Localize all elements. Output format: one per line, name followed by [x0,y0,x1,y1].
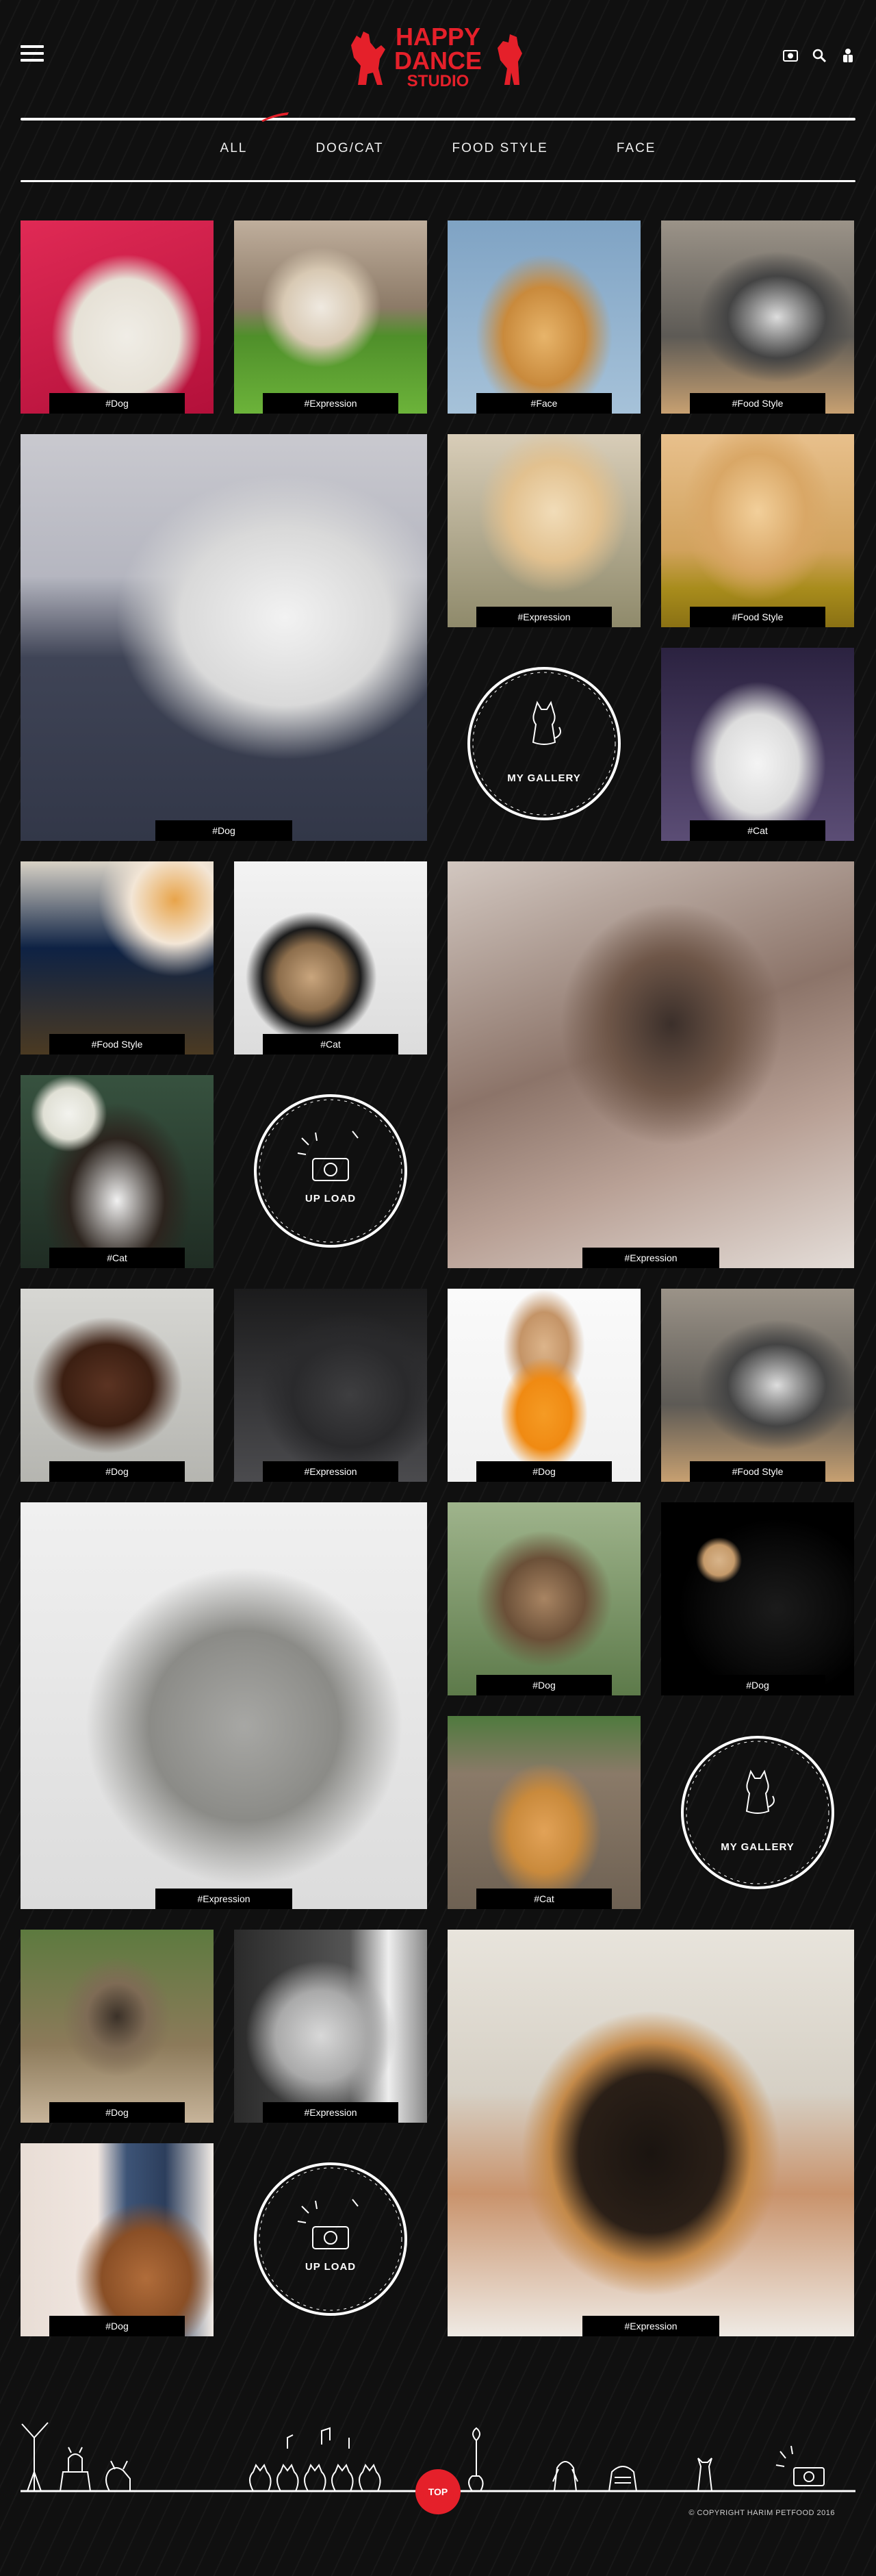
photo-tag: #Cat [476,1889,612,1909]
camera-sketch-icon [297,2199,359,2249]
upload-label: UP LOAD [305,1193,357,1204]
cat-icon [532,700,561,745]
photo-tile-black-dog-treat[interactable]: #Dog [661,1502,854,1695]
cat-icon [745,1769,775,1814]
photo-tile-dog-jeans[interactable]: #Dog [21,2143,214,2336]
photo-tile-golden-retriever[interactable]: #Face [448,220,641,414]
photo-tile-cocker-spaniel-hoodie[interactable]: #Dog [448,1289,641,1482]
photo-tile-tabby-cat-profile[interactable]: #Expression [21,1502,427,1909]
photo-tile-calico-flower[interactable]: #Cat [21,1075,214,1268]
photo-tile-orange-cat-path[interactable]: #Cat [448,1716,641,1909]
photo-tag: #Dog [155,820,292,841]
photo-tag: #Expression [582,1248,719,1268]
photo-tag: #Expression [476,607,612,627]
logo-text-3: STUDIO [407,72,469,90]
photo-tag: #Food Style [690,607,825,627]
logo[interactable]: HAPPY DANCE STUDIO [346,18,530,93]
photo-tile-puppies-food[interactable]: #Food Style [661,434,854,627]
nav-accent-mark [261,112,289,122]
photo-tile-grey-dog-lying[interactable]: #Expression [234,1289,427,1482]
photo-tag: #Cat [49,1248,185,1268]
photo-tile-white-cat[interactable]: #Cat [661,648,854,841]
photo-tile-paw-jar[interactable]: #Food Style [21,861,214,1055]
photo-tile-puppy-bone[interactable]: #Expression [448,434,641,627]
camera-sketch-icon [297,1131,359,1181]
logo-text-2: DANCE [394,47,482,75]
hamburger-icon [21,45,44,48]
photo-tag: #Dog [49,2316,185,2336]
photo-tile-husky-2[interactable]: #Food Style [661,1289,854,1482]
menu-button[interactable] [21,45,44,63]
tab-all[interactable]: ALL [214,137,255,160]
scroll-top-button[interactable]: TOP [415,2469,461,2514]
tab-face[interactable]: FACE [610,137,663,160]
photo-tag: #Dog [49,2102,185,2123]
photo-tag: #Dog [476,1675,612,1695]
photo-tag: #Dog [49,1461,185,1482]
photo-tag: #Expression [263,1461,398,1482]
photo-tag: #Expression [582,2316,719,2336]
photo-tile-bw-dog-violin[interactable]: #Expression [234,1930,427,2123]
photo-tag: #Dog [49,393,185,414]
gallery-label: MY GALLERY [721,1841,795,1853]
photo-tile-husky[interactable]: #Food Style [661,220,854,414]
photo-tile-pug-scarf[interactable]: #Dog [21,1930,214,2123]
user-icon[interactable] [840,48,855,63]
search-icon[interactable] [812,48,827,63]
photo-tile-mixed-breed-dog[interactable]: #Dog [448,1502,641,1695]
tab-food-style[interactable]: FOOD STYLE [445,137,554,160]
photo-tile-chihuahua-watch[interactable]: #Expression [448,1930,854,2336]
upload-circle-icon [254,2162,407,2316]
photo-tag: #Food Style [690,1461,825,1482]
photo-tag: #Dog [690,1675,825,1695]
photo-tag: #Cat [263,1034,398,1055]
upload-label: UP LOAD [305,2261,357,2273]
photo-tag: #Dog [476,1461,612,1482]
upload-circle-icon [254,1094,407,1248]
photo-tag: #Food Style [690,393,825,414]
header-icons [783,48,855,63]
photo-tag: #Cat [690,820,825,841]
nav-divider-top [21,118,855,121]
nav-divider-bottom [21,180,855,182]
photo-tile-english-bulldog[interactable]: #Dog [21,434,427,841]
photo-tag: #Expression [263,393,398,414]
my-gallery-button-2[interactable]: MY GALLERY [677,1732,838,1893]
camera-icon[interactable] [783,48,798,63]
photo-tag: #Food Style [49,1034,185,1055]
photo-tile-french-bulldog[interactable]: #Dog [21,220,214,414]
category-nav: ALL DOG/CAT FOOD STYLE FACE [0,137,876,160]
upload-button-2[interactable]: UP LOAD [250,2158,411,2320]
my-gallery-button[interactable]: MY GALLERY [463,663,625,824]
photo-tile-pug-blanket[interactable]: #Expression [448,861,854,1268]
upload-button[interactable]: UP LOAD [250,1090,411,1252]
photo-tag: #Expression [155,1889,292,1909]
photo-tile-cat-house[interactable]: #Cat [234,861,427,1055]
photo-tag: #Face [476,393,612,414]
copyright-text: © COPYRIGHT HARIM PETFOOD 2016 [688,2509,835,2517]
tab-dog-cat[interactable]: DOG/CAT [309,137,390,160]
photo-tile-jack-russell[interactable]: #Expression [234,220,427,414]
gallery-circle-icon [681,1736,834,1889]
gallery-label: MY GALLERY [507,772,581,784]
photo-tile-chocolate-lab-puppy[interactable]: #Dog [21,1289,214,1482]
gallery-circle-icon [467,667,621,820]
photo-tag: #Expression [263,2102,398,2123]
